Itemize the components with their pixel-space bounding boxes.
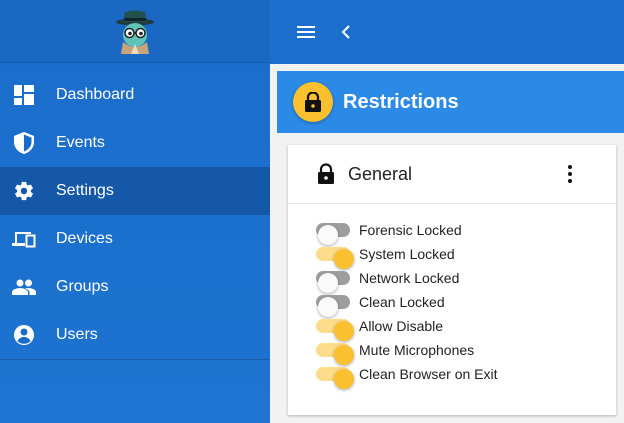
dashboard-icon bbox=[12, 83, 36, 107]
sidebar-item-events[interactable]: Events bbox=[0, 119, 270, 167]
sidebar-item-dashboard[interactable]: Dashboard bbox=[0, 71, 270, 119]
toggle-mute-microphones[interactable]: Mute Microphones bbox=[312, 338, 612, 365]
lock-icon bbox=[305, 92, 321, 112]
card-title: General bbox=[348, 164, 413, 184]
more-vert-icon[interactable] bbox=[558, 162, 582, 186]
toggle-label: Mute Microphones bbox=[359, 342, 475, 358]
shield-icon bbox=[12, 131, 36, 155]
section-title: Restrictions bbox=[343, 91, 459, 113]
group-icon bbox=[12, 275, 36, 299]
sidebar-item-label: Events bbox=[56, 134, 105, 151]
switch-track[interactable] bbox=[316, 343, 354, 365]
switch-track[interactable] bbox=[316, 271, 350, 293]
sidebar-item-label: Groups bbox=[56, 278, 109, 295]
sidebar: Dashboard Events Settings Devices Groups… bbox=[0, 0, 270, 423]
general-card: General Forensic Locked System Locked Ne… bbox=[288, 145, 616, 415]
toggle-forensic-locked[interactable]: Forensic Locked bbox=[312, 218, 612, 245]
lock-icon bbox=[318, 163, 334, 184]
hamburger-icon[interactable] bbox=[294, 20, 318, 44]
devices-icon bbox=[12, 227, 36, 251]
logo-area bbox=[0, 0, 270, 63]
switch-track[interactable] bbox=[316, 367, 354, 389]
sidebar-item-settings[interactable]: Settings bbox=[0, 167, 270, 215]
account-circle-icon bbox=[12, 323, 36, 347]
toggle-label: Forensic Locked bbox=[359, 222, 462, 238]
switch-track[interactable] bbox=[316, 247, 354, 269]
toggle-clean-browser-on-exit[interactable]: Clean Browser on Exit bbox=[312, 362, 612, 389]
sidebar-item-label: Settings bbox=[56, 182, 114, 199]
spy-mascot-logo[interactable] bbox=[112, 8, 158, 54]
toggle-label: System Locked bbox=[359, 246, 455, 262]
sidebar-item-devices[interactable]: Devices bbox=[0, 215, 270, 263]
switch-knob[interactable] bbox=[334, 369, 354, 389]
nav-divider bbox=[0, 359, 270, 360]
chevron-left-icon[interactable] bbox=[334, 20, 358, 44]
sidebar-item-label: Dashboard bbox=[56, 86, 135, 103]
top-app-bar bbox=[270, 0, 624, 64]
section-badge bbox=[293, 82, 333, 122]
toggle-label: Clean Browser on Exit bbox=[359, 366, 498, 382]
toggle-clean-locked[interactable]: Clean Locked bbox=[312, 290, 612, 317]
toggle-label: Allow Disable bbox=[359, 318, 444, 334]
sidebar-item-label: Devices bbox=[56, 230, 113, 247]
switch-track[interactable] bbox=[316, 223, 350, 245]
card-header: General bbox=[288, 145, 616, 204]
toggle-network-locked[interactable]: Network Locked bbox=[312, 266, 612, 293]
toggle-allow-disable[interactable]: Allow Disable bbox=[312, 314, 612, 341]
switch-track[interactable] bbox=[316, 295, 350, 317]
gear-icon bbox=[12, 179, 36, 203]
toggle-label: Network Locked bbox=[359, 270, 460, 286]
section-header: Restrictions bbox=[277, 71, 624, 133]
sidebar-item-groups[interactable]: Groups bbox=[0, 263, 270, 311]
toggle-label: Clean Locked bbox=[359, 294, 445, 310]
toggle-system-locked[interactable]: System Locked bbox=[312, 242, 612, 269]
sidebar-item-label: Users bbox=[56, 326, 98, 343]
sidebar-item-users[interactable]: Users bbox=[0, 311, 270, 359]
switch-track[interactable] bbox=[316, 319, 354, 341]
